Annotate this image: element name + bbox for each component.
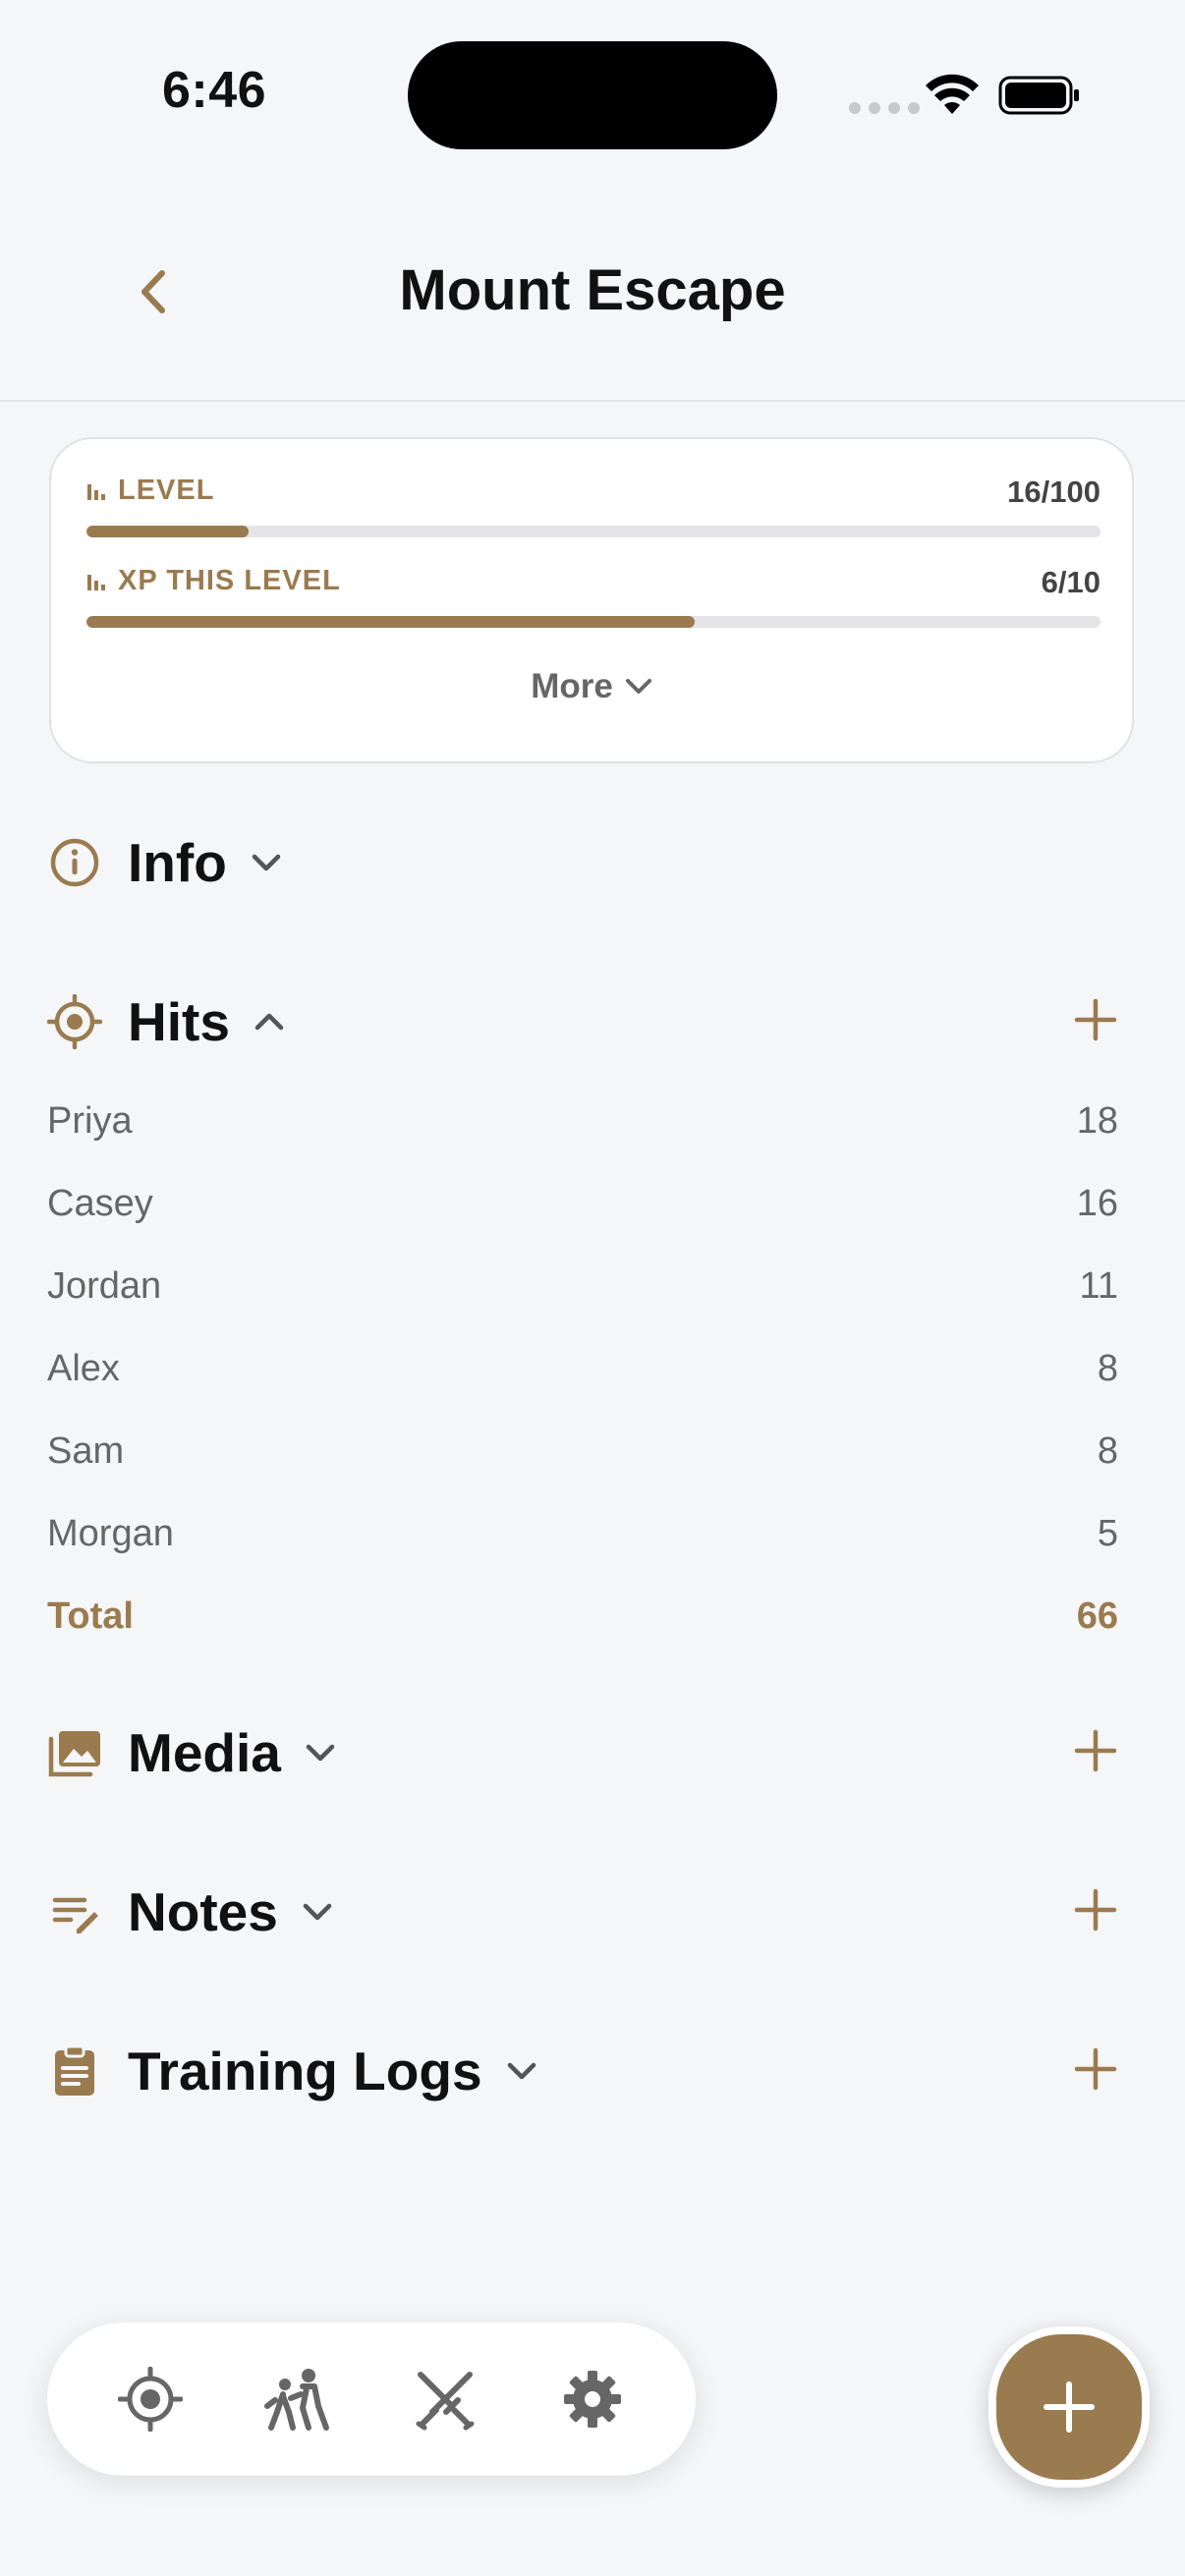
- chevron-down-icon[interactable]: [301, 1733, 340, 1772]
- plus-icon: [1074, 1888, 1117, 1932]
- chevron-up-icon[interactable]: [250, 1002, 289, 1041]
- tab-bar: [47, 2323, 696, 2476]
- level-label: LEVEL: [118, 475, 215, 506]
- back-button[interactable]: [126, 257, 181, 326]
- info-section-header[interactable]: Info: [47, 831, 286, 894]
- hit-count: 11: [1079, 1265, 1118, 1307]
- hit-name: Sam: [47, 1430, 125, 1472]
- hits-section-header[interactable]: Hits: [47, 990, 289, 1053]
- battery-icon: [998, 76, 1079, 115]
- wifi-icon: [926, 74, 979, 114]
- status-time: 6:46: [162, 62, 267, 119]
- chevron-down-icon[interactable]: [502, 2051, 541, 2091]
- hit-name: Jordan: [47, 1265, 162, 1307]
- hit-count: 8: [1097, 1430, 1118, 1472]
- chevron-down-icon[interactable]: [298, 1892, 337, 1932]
- plus-icon: [1044, 2381, 1095, 2433]
- photo-library-icon: [47, 1725, 102, 1780]
- media-section-header[interactable]: Media: [47, 1721, 340, 1784]
- plus-icon: [1074, 1729, 1117, 1772]
- chevron-down-icon[interactable]: [247, 843, 286, 882]
- bar-chart-icon: [87, 574, 105, 590]
- info-circle-icon: [47, 835, 102, 890]
- xp-progress-fill: [86, 616, 696, 628]
- xp-label: XP THIS LEVEL: [118, 565, 341, 596]
- hit-count: 5: [1097, 1513, 1118, 1554]
- info-title: Info: [128, 832, 227, 893]
- hit-name: Casey: [47, 1183, 153, 1224]
- xp-value: 6/10: [1041, 565, 1100, 599]
- training-logs-title: Training Logs: [128, 2041, 482, 2101]
- add-media-button[interactable]: [1066, 1721, 1125, 1780]
- cellular-signal-icon: [849, 102, 920, 114]
- level-value: 16/100: [1007, 475, 1100, 509]
- edit-note-icon: [47, 1884, 102, 1939]
- hit-row[interactable]: Alex 8: [47, 1348, 1118, 1407]
- training-logs-section-header[interactable]: Training Logs: [47, 2040, 541, 2102]
- clipboard-icon: [47, 2044, 102, 2099]
- hits-total-row: Total 66: [47, 1596, 1118, 1654]
- crossed-swords-icon[interactable]: [408, 2362, 482, 2436]
- plus-icon: [1074, 2047, 1117, 2091]
- hit-row[interactable]: Sam 8: [47, 1430, 1118, 1489]
- hit-name: Alex: [47, 1348, 120, 1389]
- add-note-button[interactable]: [1066, 1880, 1125, 1939]
- plus-icon: [1074, 998, 1117, 1041]
- add-training-log-button[interactable]: [1066, 2040, 1125, 2099]
- xp-progress-bar: [86, 616, 1100, 628]
- hit-count: 16: [1076, 1183, 1118, 1224]
- hits-title: Hits: [128, 991, 230, 1052]
- chevron-left-icon: [141, 270, 165, 313]
- total-count: 66: [1076, 1596, 1118, 1637]
- header-divider: [0, 400, 1185, 402]
- chevron-down-icon: [625, 679, 651, 694]
- hit-name: Priya: [47, 1100, 133, 1142]
- hit-count: 8: [1097, 1348, 1118, 1389]
- level-progress-bar: [86, 526, 1100, 537]
- dynamic-island: [408, 41, 777, 149]
- more-button[interactable]: More: [51, 667, 1132, 706]
- hit-name: Morgan: [47, 1513, 174, 1554]
- hit-count: 18: [1076, 1100, 1118, 1142]
- target-icon: [47, 994, 102, 1049]
- level-card: LEVEL 16/100 XP THIS LEVEL 6/10 More: [49, 437, 1134, 763]
- total-label: Total: [47, 1596, 134, 1637]
- target-icon[interactable]: [113, 2362, 188, 2436]
- hit-row[interactable]: Priya 18: [47, 1100, 1118, 1159]
- hit-row[interactable]: Morgan 5: [47, 1513, 1118, 1572]
- sparring-icon[interactable]: [260, 2362, 335, 2436]
- hit-row[interactable]: Casey 16: [47, 1183, 1118, 1242]
- floating-add-button[interactable]: [988, 2326, 1150, 2488]
- more-label: More: [531, 667, 613, 705]
- level-progress-fill: [86, 526, 250, 537]
- media-title: Media: [128, 1722, 281, 1783]
- bar-chart-icon: [87, 483, 105, 500]
- notes-title: Notes: [128, 1881, 278, 1942]
- hit-row[interactable]: Jordan 11: [47, 1265, 1118, 1324]
- add-hit-button[interactable]: [1066, 990, 1125, 1049]
- notes-section-header[interactable]: Notes: [47, 1880, 337, 1943]
- gear-icon[interactable]: [555, 2362, 630, 2436]
